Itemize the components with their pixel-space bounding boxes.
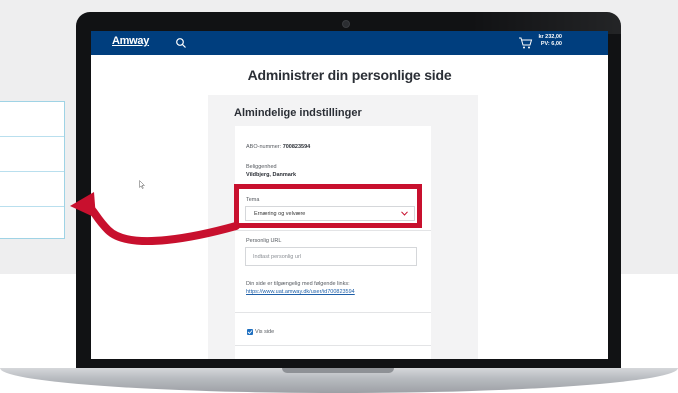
mouse-cursor-icon <box>139 180 145 189</box>
show-page-checkbox[interactable] <box>247 329 253 335</box>
left-panel-row <box>0 172 64 207</box>
amway-logo[interactable]: Amway <box>112 35 149 47</box>
url-label: Personlig URL <box>246 238 282 244</box>
personal-url-input[interactable]: Indtast personlig url <box>245 247 417 266</box>
abo-label: ABO-nummer: <box>246 144 282 150</box>
page-link[interactable]: https://www.uat.amway.dk/user/id70082359… <box>246 289 355 295</box>
top-navbar: Amway kr 232,00 PV: 6,00 <box>91 31 608 55</box>
left-panel-fragment <box>0 101 65 239</box>
left-panel-row <box>0 207 64 241</box>
cart-pv: PV: 6,00 <box>540 41 562 47</box>
page-title: Administrer din personlige side <box>247 67 452 83</box>
search-icon[interactable] <box>175 37 187 49</box>
cart-icon[interactable] <box>518 35 533 50</box>
divider <box>235 345 431 346</box>
show-page-label: Vis side <box>255 329 275 335</box>
abo-row: ABO-nummer: 700823594 <box>246 144 310 150</box>
location-label: Beliggenhed <box>246 164 277 170</box>
location-value: Vildbjerg, Danmark <box>246 172 297 178</box>
url-placeholder: Indtast personlig url <box>253 254 301 260</box>
cart-summary[interactable]: kr 232,00 PV: 6,00 <box>537 34 562 48</box>
camera-icon <box>342 20 350 28</box>
left-panel-row <box>0 137 64 172</box>
cart-amount: kr 232,00 <box>538 34 562 40</box>
left-panel-row <box>0 102 64 137</box>
laptop-notch <box>282 368 394 373</box>
laptop-screen: Amway kr 232,00 PV: 6,00 Administrer din… <box>91 31 608 359</box>
divider <box>235 230 431 231</box>
section-title: Almindelige indstillinger <box>234 107 362 119</box>
links-text: Din side er tilgængelig med følgende lin… <box>246 281 350 287</box>
checkmark-icon <box>247 330 253 335</box>
divider <box>235 312 431 313</box>
abo-value: 700823594 <box>282 144 311 150</box>
theme-highlight-box <box>234 184 422 228</box>
